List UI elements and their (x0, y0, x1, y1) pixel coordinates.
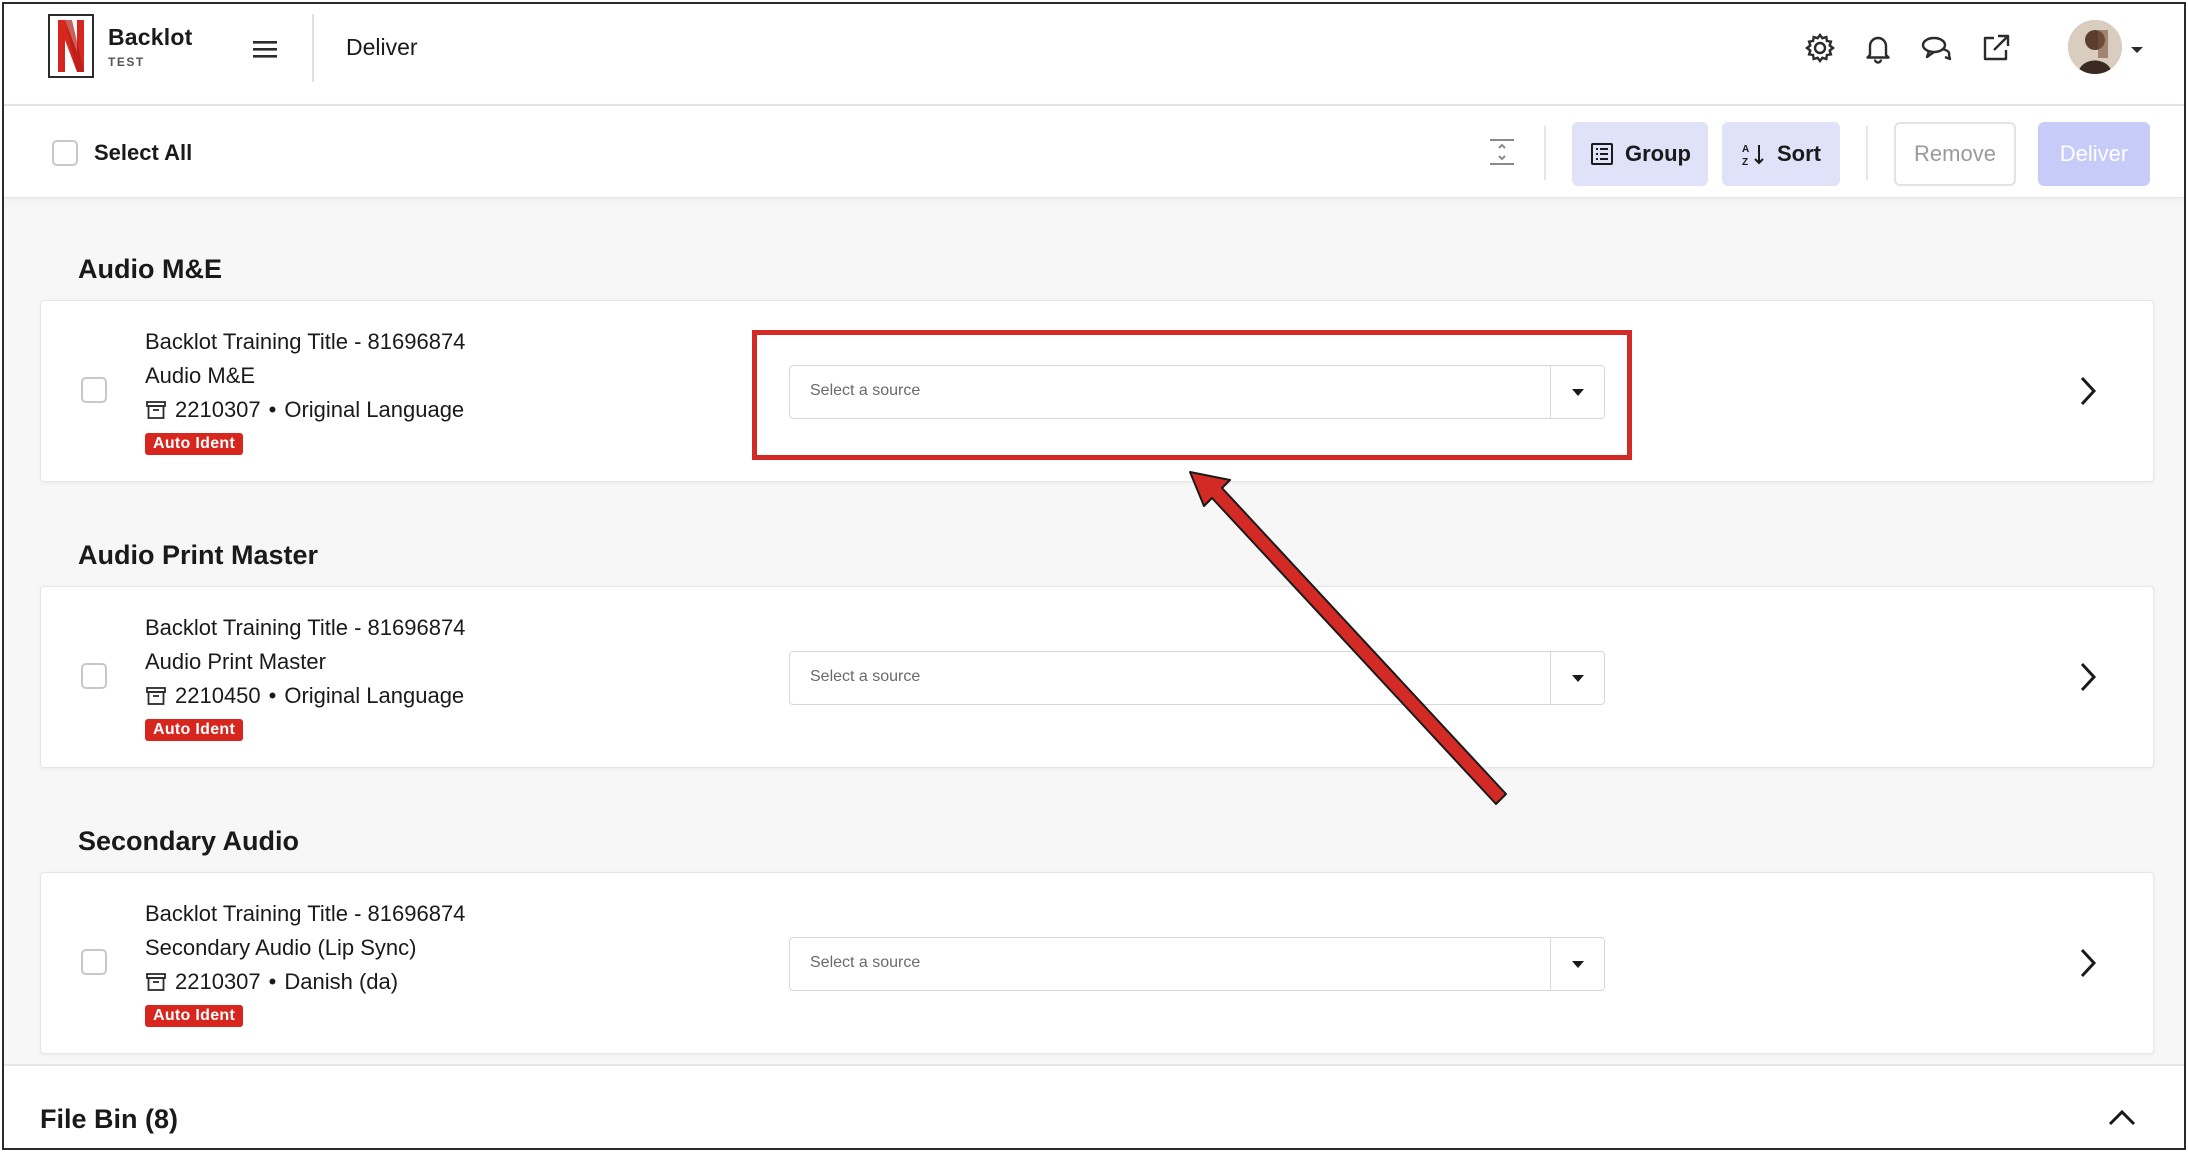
sort-button[interactable]: AZ Sort (1722, 122, 1840, 186)
deliverable-card: Backlot Training Title - 81696874 Audio … (40, 300, 2154, 482)
file-bin-panel: File Bin (8) (4, 1064, 2184, 1148)
action-toolbar: Select All Group AZ Sort Remove Deliver (4, 106, 2184, 198)
auto-ident-badge: Auto Ident (145, 433, 244, 455)
item-details: Backlot Training Title - 81696874 Second… (145, 897, 465, 1027)
section-title: Secondary Audio (78, 826, 300, 856)
item-id: 2210307 (175, 969, 261, 994)
chevron-right-icon[interactable] (2073, 659, 2103, 695)
source-select-placeholder: Select a source (810, 668, 921, 685)
app-window: Backlot TEST Deliver Select All Group A … (2, 2, 2186, 1150)
netflix-logo-icon[interactable] (48, 14, 94, 78)
item-checkbox[interactable] (81, 377, 107, 403)
item-id: 2210307 (175, 397, 261, 422)
file-bin-title: File Bin (8) (40, 1104, 179, 1134)
chevron-up-icon[interactable] (2106, 1106, 2138, 1130)
source-select-placeholder: Select a source (810, 954, 921, 971)
item-details: Backlot Training Title - 81696874 Audio … (145, 611, 465, 741)
auto-ident-badge: Auto Ident (145, 1005, 244, 1027)
deliverable-card: Backlot Training Title - 81696874 Audio … (40, 586, 2154, 768)
bell-icon[interactable] (1858, 28, 1898, 68)
section-title: Audio Print Master (78, 540, 319, 570)
archive-icon (146, 687, 166, 705)
item-id: 2210450 (175, 683, 261, 708)
group-button-label: Group (1625, 141, 1691, 166)
item-checkbox[interactable] (81, 663, 107, 689)
section-title: Audio M&E (78, 254, 222, 284)
brand-environment: TEST (108, 55, 145, 69)
item-subtitle: Audio Print Master (145, 649, 326, 674)
brand-name: Backlot (108, 24, 193, 50)
item-subtitle: Audio M&E (145, 363, 256, 388)
brand: Backlot TEST (108, 24, 192, 69)
meta-separator: • (268, 969, 277, 994)
toolbar-divider (1866, 126, 1868, 180)
account-dropdown-icon[interactable] (2130, 42, 2144, 60)
source-select[interactable]: Select a source (789, 651, 1605, 705)
dropdown-caret-icon[interactable] (1550, 652, 1604, 704)
chevron-right-icon[interactable] (2073, 373, 2103, 409)
svg-text:A: A (1742, 144, 1749, 155)
group-button[interactable]: Group (1572, 122, 1708, 186)
item-subtitle: Secondary Audio (Lip Sync) (145, 935, 417, 960)
top-navigation-bar: Backlot TEST Deliver (4, 4, 2184, 106)
item-language: Original Language (284, 397, 465, 422)
item-meta: 2210307 • Original Language (145, 393, 465, 427)
archive-icon (146, 973, 166, 991)
deliver-button[interactable]: Deliver (2038, 122, 2150, 186)
meta-separator: • (268, 683, 277, 708)
collapse-all-icon[interactable] (1484, 136, 1520, 168)
item-title: Backlot Training Title - 81696874 (145, 329, 466, 354)
remove-button[interactable]: Remove (1894, 122, 2016, 186)
chat-icon[interactable] (1916, 28, 1956, 68)
item-language: Danish (da) (284, 969, 399, 994)
user-avatar[interactable] (2068, 20, 2122, 74)
source-select[interactable]: Select a source (789, 365, 1605, 419)
select-all-label: Select All (94, 140, 193, 165)
deliverable-card: Backlot Training Title - 81696874 Second… (40, 872, 2154, 1054)
sort-az-icon: AZ (1742, 144, 1764, 167)
external-link-icon[interactable] (1976, 28, 2016, 68)
source-select-placeholder: Select a source (810, 382, 921, 399)
page-title: Deliver (346, 34, 418, 60)
auto-ident-badge: Auto Ident (145, 719, 244, 741)
item-checkbox[interactable] (81, 949, 107, 975)
list-icon (1591, 143, 1613, 165)
toolbar-divider (1544, 126, 1546, 180)
item-title: Backlot Training Title - 81696874 (145, 901, 466, 926)
chevron-right-icon[interactable] (2073, 945, 2103, 981)
dropdown-caret-icon[interactable] (1550, 366, 1604, 418)
archive-icon (146, 401, 166, 419)
source-select[interactable]: Select a source (789, 937, 1605, 991)
meta-separator: • (268, 397, 277, 422)
svg-text:Z: Z (1742, 157, 1748, 167)
header-divider (312, 14, 314, 82)
hamburger-menu-icon[interactable] (250, 34, 280, 64)
item-meta: 2210450 • Original Language (145, 679, 465, 713)
sort-button-label: Sort (1777, 141, 1821, 166)
item-language: Original Language (284, 683, 465, 708)
item-meta: 2210307 • Danish (da) (145, 965, 465, 999)
select-all-checkbox[interactable] (52, 140, 78, 166)
item-title: Backlot Training Title - 81696874 (145, 615, 466, 640)
item-details: Backlot Training Title - 81696874 Audio … (145, 325, 465, 455)
dropdown-caret-icon[interactable] (1550, 938, 1604, 990)
settings-icon[interactable] (1800, 28, 1840, 68)
